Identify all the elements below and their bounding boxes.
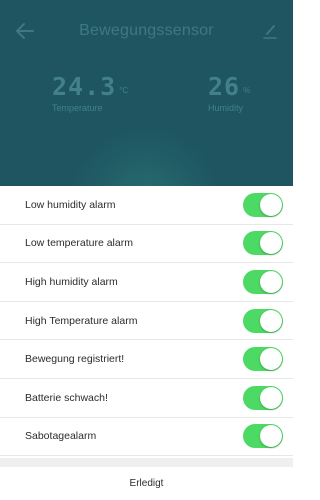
toggle-knob bbox=[260, 232, 282, 255]
high-humidity-alarm-toggle[interactable] bbox=[243, 269, 283, 294]
alarm-row-high-humidity: High humidity alarm bbox=[0, 263, 293, 302]
alarm-row-battery-low: Batterie schwach! bbox=[0, 379, 293, 418]
temperature-value: 24.3 bbox=[52, 72, 117, 101]
alarm-row-tamper: Sabotagealarm bbox=[0, 418, 293, 457]
low-temperature-alarm-toggle[interactable] bbox=[243, 231, 283, 256]
low-humidity-alarm-toggle[interactable] bbox=[243, 192, 283, 217]
temperature-reading: 24.3 °C Temperature bbox=[52, 72, 128, 113]
done-button[interactable]: Erledigt bbox=[0, 467, 293, 500]
humidity-label: Humidity bbox=[208, 103, 244, 113]
high-temperature-alarm-toggle[interactable] bbox=[243, 308, 283, 333]
battery-low-alarm-toggle[interactable] bbox=[243, 385, 283, 410]
tamper-alarm-toggle[interactable] bbox=[243, 424, 283, 449]
alarm-label: Low humidity alarm bbox=[25, 198, 116, 211]
alarm-label: Low temperature alarm bbox=[25, 237, 133, 250]
alarm-label: Sabotagealarm bbox=[25, 430, 97, 443]
alarm-row-high-temperature: High Temperature alarm bbox=[0, 302, 293, 341]
background-glow bbox=[70, 128, 220, 186]
alarm-row-motion-detected: Bewegung registriert! bbox=[0, 340, 293, 379]
toggle-knob bbox=[260, 386, 282, 409]
humidity-reading: 26% Humidity bbox=[208, 72, 250, 113]
humidity-unit: % bbox=[243, 86, 251, 95]
toggle-knob bbox=[260, 193, 282, 216]
alarm-label: Batterie schwach! bbox=[25, 391, 108, 404]
toggle-knob bbox=[260, 270, 282, 293]
alarm-label: Bewegung registriert! bbox=[25, 353, 125, 366]
humidity-value: 26 bbox=[208, 72, 241, 101]
alarm-label: High Temperature alarm bbox=[25, 314, 138, 327]
alarm-row-low-temperature: Low temperature alarm bbox=[0, 225, 293, 264]
alarm-label: High humidity alarm bbox=[25, 275, 118, 288]
toggle-knob bbox=[260, 348, 282, 371]
temperature-label: Temperature bbox=[52, 103, 103, 113]
edit-pen-icon[interactable] bbox=[261, 22, 279, 40]
device-header: Bewegungssensor 24.3 °C Temperature 26% H… bbox=[0, 0, 293, 186]
toggle-knob bbox=[260, 309, 282, 332]
motion-detected-alarm-toggle[interactable] bbox=[243, 347, 283, 372]
temperature-unit: °C bbox=[119, 86, 129, 95]
alarm-row-low-humidity: Low humidity alarm bbox=[0, 186, 293, 225]
page-title: Bewegungssensor bbox=[79, 22, 214, 39]
sheet-separator bbox=[0, 458, 293, 467]
alarm-settings-sheet: Low humidity alarm Low temperature alarm… bbox=[0, 186, 293, 500]
toggle-knob bbox=[260, 425, 282, 448]
